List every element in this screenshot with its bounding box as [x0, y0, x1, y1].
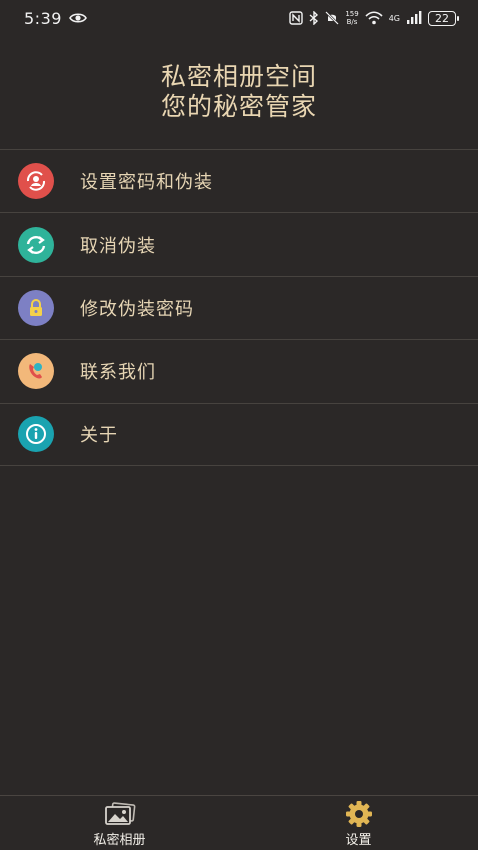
phone-icon [18, 353, 54, 390]
menu-item-change-password[interactable]: 修改伪装密码 [0, 275, 478, 339]
battery-level: 22 [435, 11, 449, 25]
lock-icon [18, 289, 54, 326]
signal-icon [407, 11, 422, 24]
bluetooth-icon [309, 11, 319, 25]
user-sync-icon [18, 163, 54, 200]
menu-item-contact-us[interactable]: 联系我们 [0, 339, 478, 402]
page-header: 私密相册空间 您的秘密管家 [0, 62, 478, 122]
menu-item-set-password[interactable]: 设置密码和伪装 [0, 149, 478, 212]
header-title-line1: 私密相册空间 [160, 62, 317, 91]
info-icon [18, 416, 54, 453]
eye-icon [69, 13, 87, 23]
gear-icon [344, 799, 374, 829]
battery-icon: 22 [428, 10, 459, 26]
menu-item-about[interactable]: 关于 [0, 402, 478, 466]
menu-item-label: 取消伪装 [80, 235, 156, 257]
menu-item-label: 修改伪装密码 [80, 298, 194, 320]
network-speed-unit: B/s [346, 18, 358, 26]
network-speed-value: 159 [345, 10, 359, 18]
refresh-icon [18, 226, 54, 263]
tab-label: 私密相册 [93, 832, 146, 848]
mute-bell-icon [325, 11, 340, 25]
menu-item-label: 联系我们 [80, 362, 156, 384]
network-speed: 159 B/s [345, 10, 358, 26]
menu-item-cancel-disguise[interactable]: 取消伪装 [0, 212, 478, 275]
tab-settings[interactable]: 设置 [239, 796, 478, 850]
header-title-line2: 您的秘密管家 [160, 92, 317, 121]
status-bar: 5:39 159 B/s 4G 22 [0, 0, 478, 36]
tab-label: 设置 [345, 832, 372, 848]
photos-icon [103, 799, 137, 829]
network-type: 4G [388, 13, 400, 23]
nfc-icon [289, 11, 304, 25]
settings-menu: 设置密码和伪装 取消伪装 修改伪装密码 联系我们 关于 [0, 149, 478, 466]
menu-item-label: 设置密码和伪装 [80, 172, 213, 194]
menu-item-label: 关于 [80, 425, 118, 447]
tab-private-album[interactable]: 私密相册 [0, 796, 239, 850]
wifi-icon [365, 11, 383, 25]
bottom-tab-bar: 私密相册 设置 [0, 795, 478, 850]
status-time: 5:39 [24, 8, 62, 28]
